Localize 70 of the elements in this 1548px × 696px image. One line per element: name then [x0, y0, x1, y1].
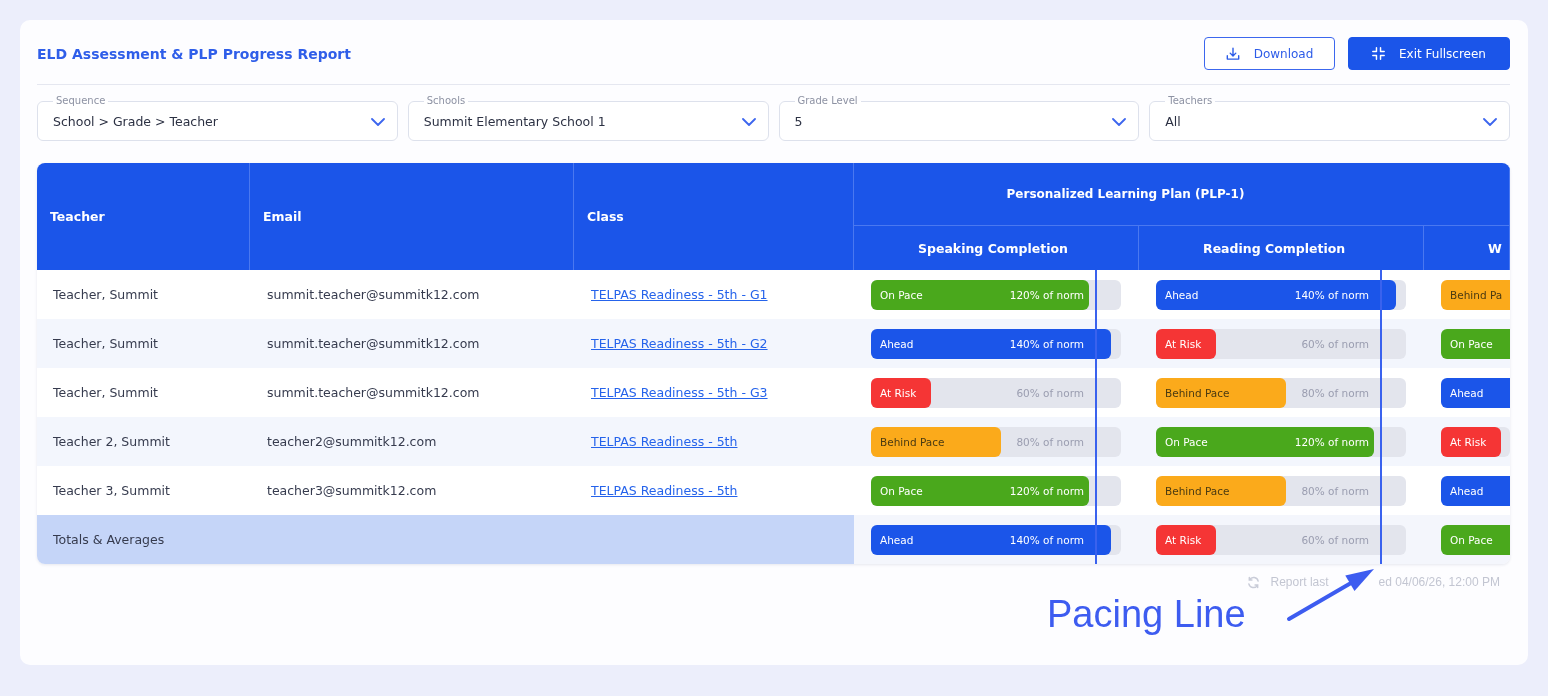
column-header: Class	[574, 163, 854, 270]
table-cell: Totals & Averages	[37, 515, 854, 564]
chevron-down-icon	[370, 117, 385, 126]
chevron-down-icon	[1112, 117, 1127, 126]
chevron-down-icon	[1483, 117, 1497, 126]
report-timestamp: Report last	[1270, 575, 1329, 589]
class-link[interactable]: TELPAS Readiness - 5th - G1	[591, 287, 768, 302]
dropdown-field[interactable]: Grade Level 5	[778, 95, 1140, 141]
table-cell-text: Teacher 2, Summit	[52, 433, 171, 451]
refresh-icon	[1246, 575, 1260, 589]
collapse-icon	[1372, 47, 1385, 60]
table-cell-text: Teacher 3, Summit	[52, 482, 171, 500]
norm-reading: 140% of norm	[1009, 532, 1084, 548]
status-label: Ahead	[880, 336, 914, 352]
status-chip: Ahead	[1441, 377, 1510, 408]
dropdown-field[interactable]: Teachers All	[1149, 95, 1510, 141]
status-label: At Risk	[1165, 532, 1202, 548]
download-icon	[1225, 46, 1240, 61]
class-link[interactable]: TELPAS Readiness - 5th	[591, 434, 738, 449]
status-label: Behind Pace	[1165, 385, 1230, 401]
column-header: W	[1424, 226, 1510, 270]
download-button[interactable]: Download	[1204, 37, 1335, 70]
column-header: Speaking Completion	[854, 226, 1139, 270]
norm-reading: 80% of norm	[1016, 434, 1084, 450]
norm-reading: 80% of norm	[1301, 385, 1369, 401]
table-cell-text: Teacher, Summit	[52, 384, 160, 402]
norm-reading: 140% of norm	[1009, 336, 1084, 352]
norm-reading: 140% of norm	[1294, 287, 1369, 303]
norm-reading: 80% of norm	[1301, 483, 1369, 499]
status-label: On Pace	[880, 287, 923, 303]
status-label: Ahead	[1165, 287, 1199, 303]
class-link[interactable]: TELPAS Readiness - 5th - G2	[591, 336, 768, 351]
status-chip: Ahead	[1441, 475, 1510, 506]
status-label: At Risk	[1450, 434, 1487, 450]
table-cell-text: Teacher, Summit	[52, 286, 160, 304]
table-cell-text: Teacher, Summit	[52, 335, 160, 353]
norm-reading: 60% of norm	[1301, 532, 1369, 548]
status-chip: On Pace	[1441, 524, 1510, 555]
status-label: Behind Pace	[880, 434, 945, 450]
exit-fullscreen-button[interactable]: Exit Fullscreen	[1348, 37, 1510, 70]
annotation-label: Pacing Line	[1047, 595, 1246, 633]
column-header: Reading Completion	[1139, 226, 1424, 270]
status-label: At Risk	[1165, 336, 1202, 352]
column-header: Email	[250, 163, 574, 270]
status-label: Behind Pace	[1165, 483, 1230, 499]
norm-reading: 120% of norm	[1009, 287, 1084, 303]
norm-reading: 120% of norm	[1294, 434, 1369, 450]
dropdown-field[interactable]: Schools Summit Elementary School 1	[407, 95, 769, 141]
status-label: At Risk	[880, 385, 917, 401]
column-group-header: Personalized Learning Plan (PLP-1)	[854, 163, 1510, 226]
table-cell-text: summit.teacher@summitk12.com	[266, 384, 481, 402]
table-cell-text: teacher3@summitk12.com	[266, 482, 438, 500]
norm-reading: 60% of norm	[1301, 336, 1369, 352]
norm-reading: 60% of norm	[1016, 385, 1084, 401]
class-link[interactable]: TELPAS Readiness - 5th - G3	[591, 385, 768, 400]
report-title: ELD Assessment & PLP Progress Report	[37, 45, 351, 62]
status-label: Ahead	[880, 532, 914, 548]
column-header: Teacher	[37, 163, 250, 270]
class-link[interactable]: TELPAS Readiness - 5th	[591, 483, 738, 498]
norm-reading: 120% of norm	[1009, 483, 1084, 499]
status-chip: Behind Pa	[1441, 279, 1510, 310]
report-timestamp: ed 04/06/26, 12:00 PM	[1378, 575, 1500, 589]
status-chip: On Pace	[1441, 328, 1510, 359]
chevron-down-icon	[741, 117, 756, 126]
table-cell-text: teacher2@summitk12.com	[266, 433, 438, 451]
table-cell-text: summit.teacher@summitk12.com	[266, 286, 481, 304]
status-label: On Pace	[1165, 434, 1208, 450]
dropdown-field[interactable]: Sequence School > Grade > Teacher	[37, 95, 398, 141]
table-cell-text: summit.teacher@summitk12.com	[266, 335, 481, 353]
status-label: On Pace	[880, 483, 923, 499]
